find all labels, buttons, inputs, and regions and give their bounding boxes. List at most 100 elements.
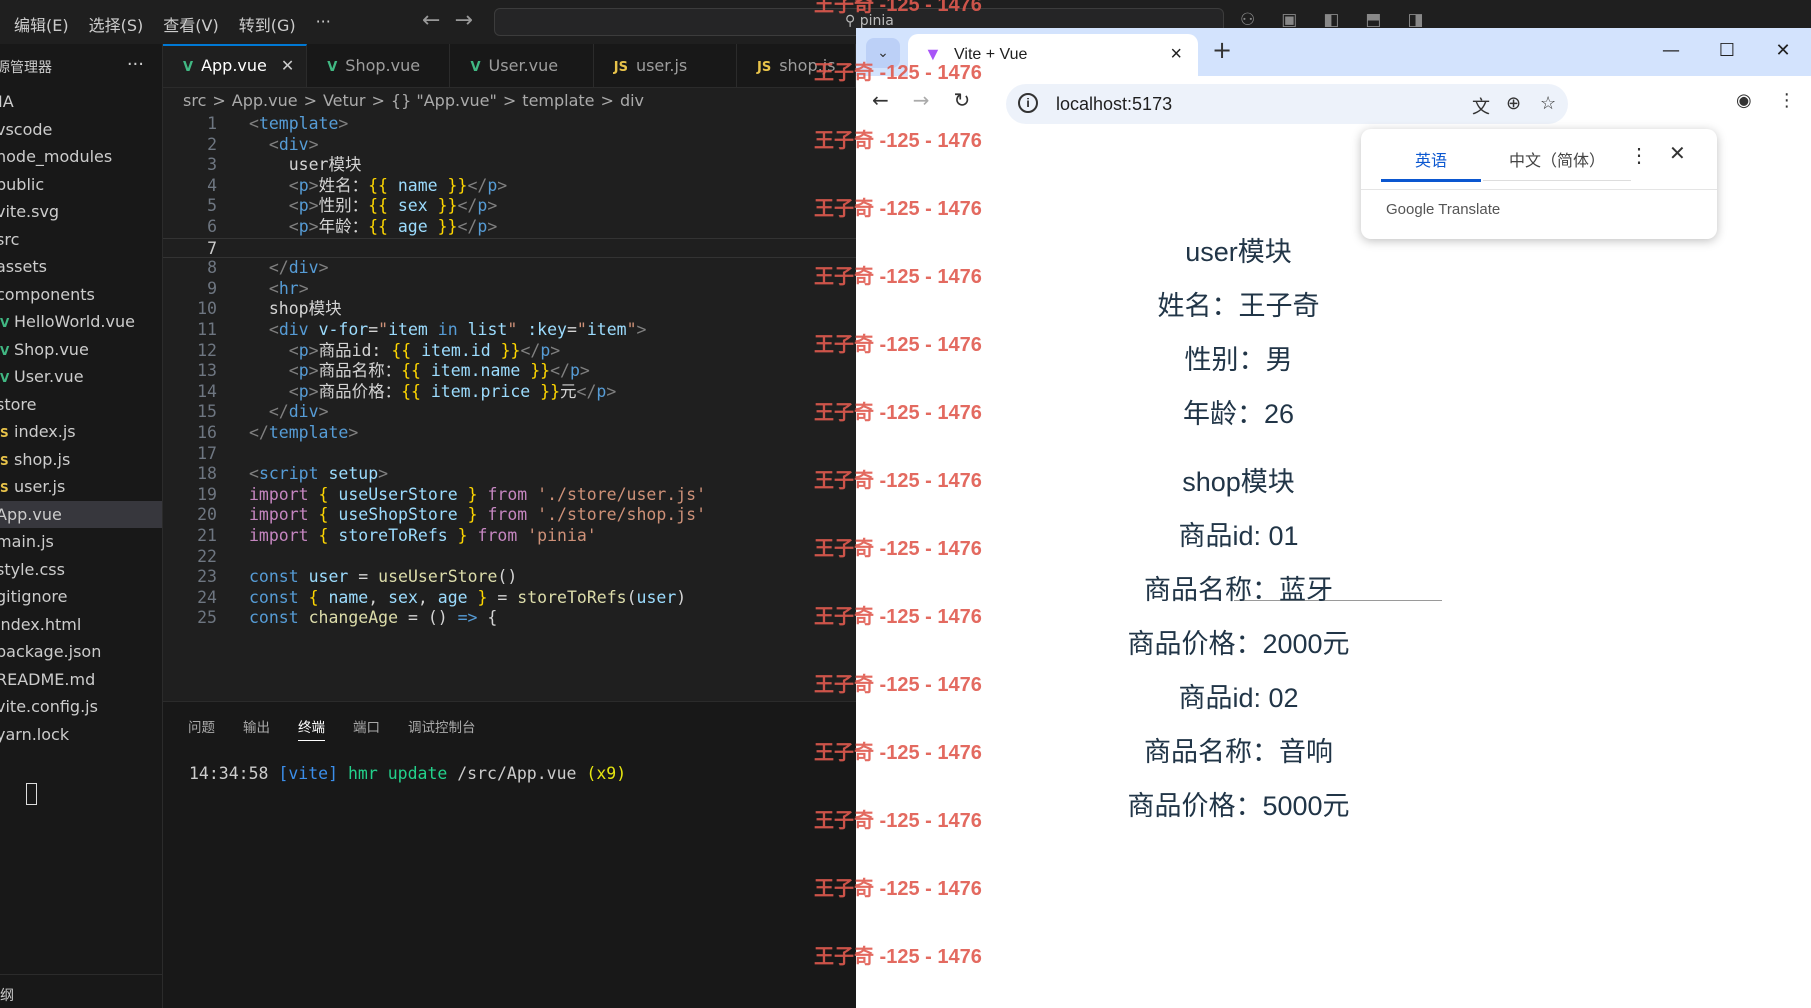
forward-icon[interactable]: → — [913, 88, 930, 112]
file-tree-item[interactable]: vite.config.js — [0, 693, 162, 721]
editor-tab[interactable]: V Shop.vue — [307, 44, 451, 87]
file-tree-item[interactable]: components — [0, 281, 162, 309]
code-line[interactable]: 4 <p>姓名：{{ name }}</p> — [163, 176, 856, 197]
code-line[interactable]: 21 import { storeToRefs } from 'pinia' — [163, 526, 856, 547]
file-tree-item[interactable]: Sindex.js — [0, 418, 162, 446]
file-tree-item[interactable]: Suser.js — [0, 473, 162, 501]
file-tree-item[interactable]: README.md — [0, 666, 162, 694]
code-line[interactable]: 3 user模块 — [163, 155, 856, 176]
panel-tab[interactable]: 输出 — [243, 716, 270, 741]
forward-arrow-icon[interactable]: → — [454, 8, 472, 33]
code-line[interactable]: 11 <div v-for="item in list" :key="item"… — [163, 320, 856, 341]
code-line[interactable]: 14 <p>商品价格：{{ item.price }}元</p> — [163, 382, 856, 403]
code-line[interactable]: 19 import { useUserStore } from './store/… — [163, 485, 856, 506]
file-tree-item[interactable]: V Shop.vue — [0, 336, 162, 364]
kebab-menu-icon[interactable]: ⋮ — [1778, 90, 1796, 111]
back-arrow-icon[interactable]: ← — [422, 8, 440, 33]
menu-more[interactable]: ··· — [316, 12, 331, 36]
file-tree-item[interactable]: index.html — [0, 611, 162, 639]
translate-icon[interactable]: 文 — [1472, 93, 1490, 119]
toggle-sidebar-icon[interactable]: ◧ — [1323, 10, 1339, 30]
code-line[interactable]: 8 </div> — [163, 258, 856, 279]
toggle-panel-icon[interactable]: ⬒ — [1365, 10, 1381, 30]
site-info-icon[interactable]: i — [1018, 93, 1038, 113]
code-editor[interactable]: 1 <template> 2 <div> 3 user模块 4 <p>姓名：{{ nam… — [163, 114, 856, 700]
code-line[interactable]: 20 import { useShopStore } from './store/… — [163, 505, 856, 526]
code-line[interactable]: 10 shop模块 — [163, 299, 856, 320]
back-icon[interactable]: ← — [872, 88, 889, 112]
file-tree-item[interactable]: main.js — [0, 528, 162, 556]
code-line[interactable]: 6 <p>年龄：{{ age }}</p> — [163, 217, 856, 238]
panel-tab[interactable]: 端口 — [353, 716, 380, 741]
explorer-more-button[interactable]: ··· — [127, 54, 144, 75]
editor-tab[interactable]: V User.vue — [450, 44, 594, 87]
file-tree-item[interactable]: vite.svg — [0, 198, 162, 226]
translate-tab-target[interactable]: 中文（简体） — [1483, 147, 1631, 181]
code-line[interactable]: 5 <p>性别：{{ sex }}</p> — [163, 196, 856, 217]
translate-more-icon[interactable]: ⋮ — [1629, 143, 1649, 168]
bookmark-star-icon[interactable]: ☆ — [1540, 93, 1556, 114]
toggle-secondary-icon[interactable]: ◨ — [1407, 10, 1423, 30]
code-line[interactable]: 16 </template> — [163, 423, 856, 444]
file-tree-item[interactable]: public — [0, 171, 162, 199]
code-line[interactable]: 13 <p>商品名称：{{ item.name }}</p> — [163, 361, 856, 382]
file-tree-item[interactable]: src — [0, 226, 162, 254]
file-tree-item[interactable]: store — [0, 391, 162, 419]
file-tree-item[interactable]: IA — [0, 88, 162, 116]
file-tree-item[interactable]: Sshop.js — [0, 446, 162, 474]
panel-tab[interactable]: 终端 — [298, 716, 325, 741]
code-line[interactable]: 1 <template> — [163, 114, 856, 135]
menu-go[interactable]: 转到(G) — [239, 12, 296, 36]
file-tree-item[interactable]: assets — [0, 253, 162, 281]
reload-icon[interactable]: ↻ — [954, 88, 971, 112]
code-line[interactable]: 23 const user = useUserStore() — [163, 567, 856, 588]
file-tree-item[interactable]: gitignore — [0, 583, 162, 611]
code-line[interactable]: 22 — [163, 547, 856, 568]
minimize-icon[interactable]: — — [1643, 28, 1699, 76]
close-tab-icon[interactable]: × — [1170, 43, 1182, 66]
close-tab-icon[interactable]: ✕ — [281, 56, 294, 75]
code-line[interactable]: 9 <hr> — [163, 279, 856, 300]
outline-section[interactable]: 大纲 — [0, 974, 162, 1005]
panel-tab[interactable]: 调试控制台 — [408, 716, 476, 741]
breadcrumb-item[interactable]: {} "App.vue" — [391, 91, 497, 110]
panel-tab[interactable]: 问题 — [188, 716, 215, 741]
zoom-icon[interactable]: ⊕ — [1506, 93, 1521, 114]
editor-tab[interactable]: JS user.js — [594, 44, 737, 87]
new-tab-plus-icon[interactable]: + — [1212, 36, 1232, 64]
code-line[interactable]: 7 — [163, 237, 856, 259]
address-bar[interactable]: i localhost:5173 文 ⊕ ☆ — [1006, 84, 1568, 124]
translate-tab-source[interactable]: 英语 — [1381, 147, 1481, 182]
menu-selection[interactable]: 选择(S) — [89, 12, 144, 36]
code-line[interactable]: 12 <p>商品id: {{ item.id }}</p> — [163, 341, 856, 362]
code-line[interactable]: 18 <script setup> — [163, 464, 856, 485]
code-line[interactable]: 2 <div> — [163, 135, 856, 156]
breadcrumb-item[interactable]: div — [620, 91, 644, 110]
editor-tab[interactable]: V App.vue ✕ — [163, 44, 308, 87]
code-line[interactable]: 17 — [163, 444, 856, 465]
terminal-cursor[interactable] — [26, 783, 37, 805]
code-line[interactable]: 24 const { name, sex, age } = storeToRefs… — [163, 588, 856, 609]
breadcrumb-item[interactable]: Vetur — [323, 91, 366, 110]
translate-close-icon[interactable]: ✕ — [1669, 141, 1686, 166]
breadcrumb-item[interactable]: src — [183, 91, 206, 110]
file-tree-item[interactable]: package.json — [0, 638, 162, 666]
menu-edit[interactable]: 编辑(E) — [14, 12, 69, 36]
layout-icon[interactable]: ▣ — [1281, 10, 1297, 30]
file-tree-item[interactable]: yarn.lock — [0, 721, 162, 749]
copilot-icon[interactable]: ⚇ — [1240, 10, 1255, 30]
close-window-icon[interactable]: ✕ — [1755, 28, 1811, 76]
menu-view[interactable]: 查看(V) — [163, 12, 218, 36]
profile-icon[interactable]: ◉ — [1736, 90, 1752, 111]
breadcrumb-item[interactable]: App.vue — [232, 91, 298, 110]
file-tree-item[interactable]: node_modules — [0, 143, 162, 171]
maximize-icon[interactable]: ☐ — [1699, 28, 1755, 76]
file-tree-item[interactable]: style.css — [0, 556, 162, 584]
breadcrumb-item[interactable]: template — [522, 91, 594, 110]
file-tree-item[interactable]: App.vue — [0, 500, 162, 528]
code-line[interactable]: 15 </div> — [163, 402, 856, 423]
file-tree-item[interactable]: vscode — [0, 116, 162, 144]
file-tree-item[interactable]: V User.vue — [0, 363, 162, 391]
code-line[interactable]: 25 const changeAge = () => { — [163, 608, 856, 629]
file-tree-item[interactable]: V HelloWorld.vue — [0, 308, 162, 336]
